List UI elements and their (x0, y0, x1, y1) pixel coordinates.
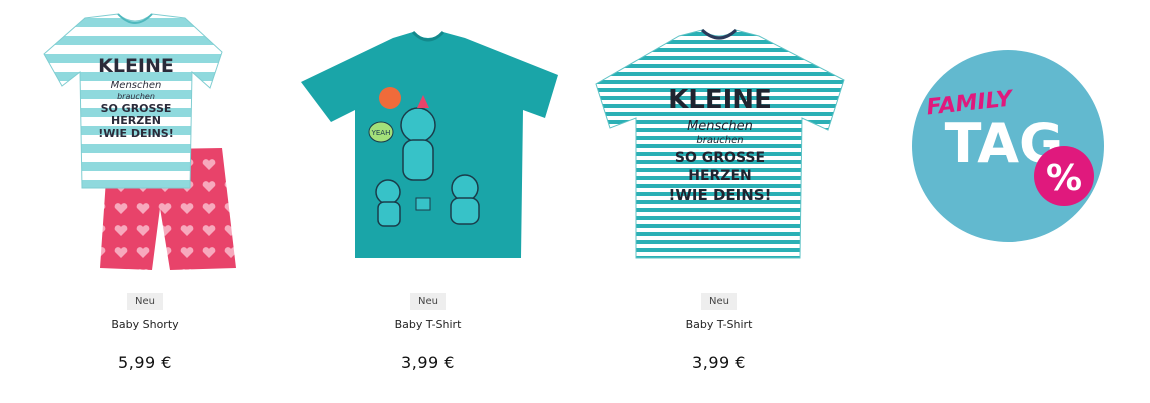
print-line: HERZEN (111, 114, 161, 127)
pajama-image: KLEINE Menschen brauchen SO GROSSE HERZE… (43, 13, 236, 270)
tshirt-image: KLEINE Menschen brauchen SO GROSSE HERZE… (595, 28, 845, 259)
tshirt-image: YEAH (301, 30, 558, 258)
print-line: KLEINE (98, 55, 174, 77)
product-name[interactable]: Baby T-Shirt (574, 318, 864, 331)
product-card-baby-shorty[interactable]: KLEINE Menschen brauchen SO GROSSE HERZE… (0, 0, 290, 403)
new-badge: Neu (410, 293, 446, 310)
family-tag-logo: FAMILY TAG % (912, 50, 1104, 242)
print-line: Menschen (111, 80, 162, 91)
product-image-baby-tshirt-bears[interactable]: YEAH (283, 0, 573, 285)
product-card-baby-tshirt-bears[interactable]: YEAH Neu Baby T-Shirt 3,99 € (283, 0, 573, 403)
product-name[interactable]: Baby T-Shirt (283, 318, 573, 331)
print-line: !WIE DEINS! (669, 186, 772, 204)
product-card-baby-tshirt-striped[interactable]: KLEINE Menschen brauchen SO GROSSE HERZE… (574, 0, 864, 403)
percent-icon: % (1046, 158, 1082, 199)
print-line: brauchen (696, 135, 743, 146)
family-tag-promo[interactable]: FAMILY TAG % (910, 48, 1110, 248)
print-line: YEAH (371, 129, 391, 137)
print-line: Menschen (687, 119, 753, 134)
print-line: !WIE DEINS! (98, 127, 173, 140)
print-line: SO GROSSE (675, 150, 765, 166)
print-line: HERZEN (688, 168, 752, 184)
print-line: brauchen (117, 92, 155, 101)
new-badge: Neu (127, 293, 163, 310)
product-price: 3,99 € (401, 353, 455, 372)
new-badge: Neu (701, 293, 737, 310)
product-image-baby-shorty[interactable]: KLEINE Menschen brauchen SO GROSSE HERZE… (0, 0, 290, 285)
product-price: 3,99 € (692, 353, 746, 372)
print-line: KLEINE (668, 85, 772, 115)
product-image-baby-tshirt-striped[interactable]: KLEINE Menschen brauchen SO GROSSE HERZE… (574, 0, 864, 285)
product-name[interactable]: Baby Shorty (0, 318, 290, 331)
product-price: 5,99 € (118, 353, 172, 372)
